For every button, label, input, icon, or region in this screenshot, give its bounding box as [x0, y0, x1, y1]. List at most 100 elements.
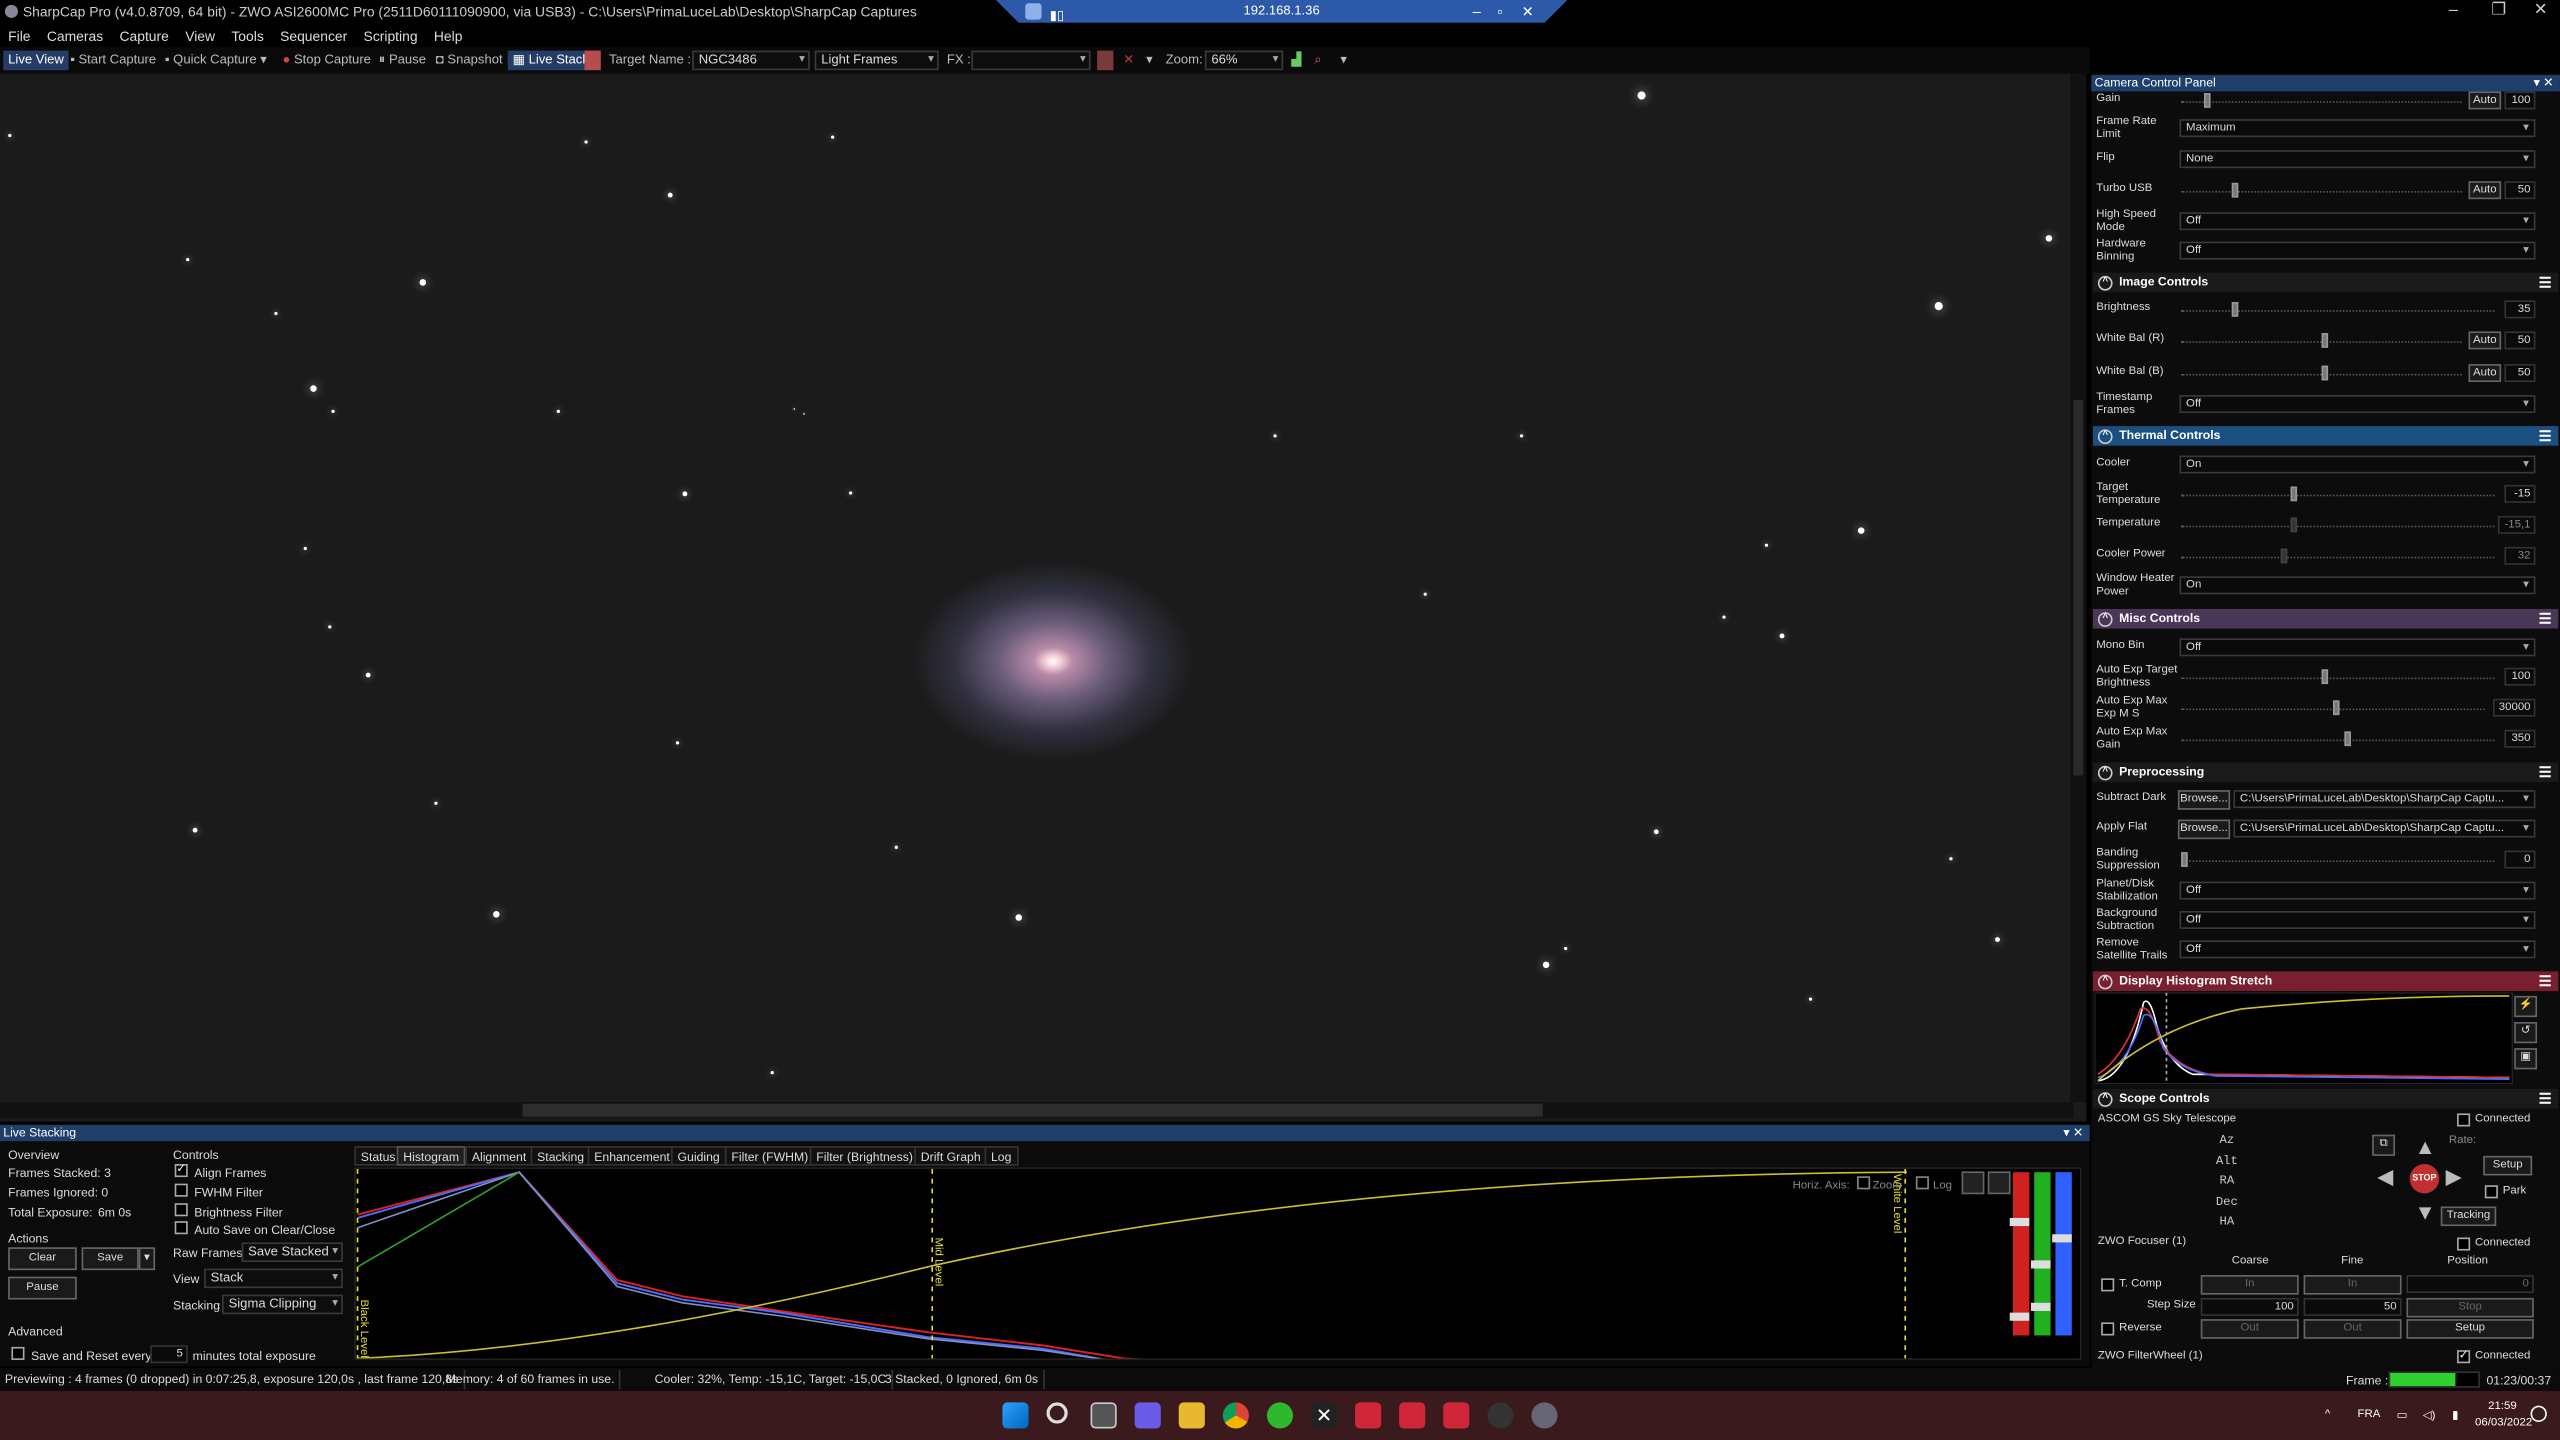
- east-arrow-icon[interactable]: ▶: [2446, 1164, 2462, 1190]
- high-speed-select[interactable]: Off: [2179, 212, 2536, 231]
- log-checkbox[interactable]: [1915, 1176, 1929, 1190]
- save-stretch-icon[interactable]: ▣: [2514, 1048, 2538, 1070]
- chat-icon[interactable]: [1134, 1402, 1161, 1429]
- close-icon[interactable]: ✕: [2534, 0, 2548, 23]
- ae-brightness-slider[interactable]: [2181, 677, 2495, 680]
- fine-out-button[interactable]: Out: [2303, 1319, 2402, 1339]
- mount-connected-checkbox[interactable]: [2457, 1113, 2471, 1127]
- wb-r-value[interactable]: 50: [2504, 331, 2536, 350]
- preprocessing-header[interactable]: ^ Preprocessing ☰: [2092, 762, 2559, 783]
- image-controls-header[interactable]: ^ Image Controls ☰: [2092, 272, 2559, 293]
- red-app-icon-3[interactable]: [1443, 1402, 1470, 1429]
- collapse-icon[interactable]: ^: [2097, 429, 2113, 445]
- gain-auto-button[interactable]: Auto: [2468, 91, 2502, 110]
- apply-flat-select[interactable]: C:\Users\PrimaLuceLab\Desktop\SharpCap C…: [2233, 819, 2536, 838]
- sharpcap-taskbar-icon[interactable]: [1531, 1402, 1558, 1429]
- menu-help[interactable]: Help: [434, 28, 463, 44]
- restore-icon[interactable]: ❐: [2491, 0, 2506, 23]
- menu-sequencer[interactable]: Sequencer: [280, 28, 347, 44]
- ae-max-gain-slider[interactable]: [2181, 739, 2495, 742]
- reset-histogram-button[interactable]: [1987, 1171, 2011, 1195]
- tab-guiding[interactable]: Guiding: [670, 1146, 727, 1166]
- align-frames-checkbox[interactable]: ✓: [174, 1164, 188, 1178]
- remove-fx-icon[interactable]: ✕: [1118, 51, 1139, 71]
- brightness-slider-knob[interactable]: [2231, 302, 2238, 317]
- ae-max-gain-value[interactable]: 350: [2504, 729, 2536, 748]
- brightness-filter-checkbox[interactable]: [174, 1203, 188, 1217]
- banding-slider[interactable]: [2181, 860, 2495, 863]
- save-options-icon[interactable]: ▾: [138, 1247, 156, 1271]
- reset-stretch-icon[interactable]: ↺: [2514, 1022, 2538, 1044]
- more-tools-icon[interactable]: ▾: [1335, 51, 1351, 71]
- west-arrow-icon[interactable]: ◀: [2377, 1164, 2393, 1190]
- red-app-icon-2[interactable]: [1399, 1402, 1426, 1429]
- stop-capture-button[interactable]: ● Stop Capture: [278, 51, 376, 71]
- fx-dropdown-icon[interactable]: ▾: [1141, 51, 1157, 71]
- misc-controls-header[interactable]: ^ Misc Controls ☰: [2092, 608, 2559, 629]
- tray-expand-icon[interactable]: ^: [2325, 1409, 2330, 1420]
- menu-icon[interactable]: ☰: [2539, 609, 2552, 629]
- quick-capture-button[interactable]: ▪ Quick Capture ▾: [160, 51, 272, 71]
- turbo-usb-slider-knob[interactable]: [2231, 182, 2239, 198]
- snapshot-button[interactable]: ◘ Snapshot: [431, 51, 508, 71]
- menu-icon[interactable]: ☰: [2539, 762, 2552, 782]
- fine-in-button[interactable]: In: [2303, 1275, 2402, 1295]
- turbo-usb-auto-button[interactable]: Auto: [2468, 181, 2502, 200]
- clear-button[interactable]: Clear: [8, 1247, 77, 1271]
- browse-dark-button[interactable]: Browse...: [2177, 790, 2231, 810]
- north-arrow-icon[interactable]: ▲: [2415, 1135, 2436, 1159]
- tab-status[interactable]: Status: [354, 1146, 403, 1166]
- reverse-checkbox[interactable]: [2101, 1322, 2115, 1336]
- auto-stretch-button[interactable]: [1961, 1171, 1985, 1195]
- menu-icon[interactable]: ☰: [2539, 273, 2552, 293]
- stabilization-select[interactable]: Off: [2179, 881, 2536, 900]
- rdp-close-icon[interactable]: ✕: [1522, 0, 1534, 23]
- menu-icon[interactable]: ☰: [2539, 1089, 2552, 1109]
- tracking-button[interactable]: Tracking: [2440, 1206, 2497, 1227]
- histogram-stretch-plot[interactable]: [2094, 992, 2513, 1085]
- flip-select[interactable]: None: [2179, 150, 2536, 169]
- menu-tools[interactable]: Tools: [231, 28, 263, 44]
- focuser-connected-checkbox[interactable]: [2457, 1237, 2471, 1251]
- live-stacking-close-icon[interactable]: ▾ ✕: [2063, 1125, 2083, 1141]
- x-app-icon[interactable]: ✕: [1310, 1402, 1338, 1429]
- tab-filter-brightness[interactable]: Filter (Brightness): [809, 1146, 920, 1166]
- frame-type-select[interactable]: Light Frames: [814, 50, 939, 71]
- coarse-step-input[interactable]: 100: [2200, 1297, 2299, 1316]
- ae-max-gain-slider-knob[interactable]: [2344, 731, 2351, 747]
- ae-brightness-value[interactable]: 100: [2504, 667, 2536, 686]
- tab-filter-fwhm[interactable]: Filter (FWHM): [724, 1146, 815, 1166]
- collapse-icon[interactable]: ^: [2097, 765, 2113, 781]
- image-viewer[interactable]: [0, 73, 2087, 1122]
- view-select[interactable]: Stack: [204, 1268, 343, 1289]
- minimize-icon[interactable]: –: [2449, 0, 2458, 23]
- browse-flat-button[interactable]: Browse...: [2177, 819, 2231, 840]
- tab-histogram[interactable]: Histogram: [396, 1146, 466, 1166]
- tab-enhancement[interactable]: Enhancement: [587, 1146, 677, 1166]
- stop-slew-button[interactable]: STOP: [2409, 1164, 2440, 1194]
- target-temp-slider[interactable]: [2181, 494, 2495, 497]
- start-icon[interactable]: [1002, 1402, 1029, 1429]
- tab-alignment[interactable]: Alignment: [465, 1146, 533, 1166]
- rdp-minimize-icon[interactable]: –: [1473, 0, 1481, 23]
- cooler-select[interactable]: On: [2179, 455, 2536, 474]
- subtract-dark-select[interactable]: C:\Users\PrimaLuceLab\Desktop\SharpCap C…: [2233, 790, 2536, 809]
- fx-select[interactable]: [971, 50, 1091, 71]
- coarse-out-button[interactable]: Out: [2200, 1319, 2299, 1339]
- menu-capture[interactable]: Capture: [119, 28, 168, 44]
- menu-cameras[interactable]: Cameras: [47, 28, 103, 44]
- dark-app-icon[interactable]: [1487, 1402, 1514, 1429]
- mount-setup-button[interactable]: Setup: [2483, 1155, 2533, 1176]
- reticle-color-icon[interactable]: [1097, 50, 1114, 71]
- banding-slider-knob[interactable]: [2181, 852, 2188, 867]
- pause-button[interactable]: ⏸ Pause: [374, 51, 431, 71]
- collapse-icon[interactable]: ^: [2097, 275, 2113, 291]
- clock-date[interactable]: 06/03/2022: [2475, 1417, 2532, 1428]
- ae-max-exp-slider-knob[interactable]: [2332, 700, 2340, 716]
- viewer-vertical-scroll-thumb[interactable]: [2073, 399, 2084, 776]
- tab-drift-graph[interactable]: Drift Graph: [914, 1146, 988, 1166]
- wb-b-slider-knob[interactable]: [2321, 365, 2329, 381]
- auto-save-checkbox[interactable]: [174, 1221, 188, 1235]
- mono-bin-select[interactable]: Off: [2179, 638, 2536, 657]
- bg-subtraction-select[interactable]: Off: [2179, 910, 2536, 929]
